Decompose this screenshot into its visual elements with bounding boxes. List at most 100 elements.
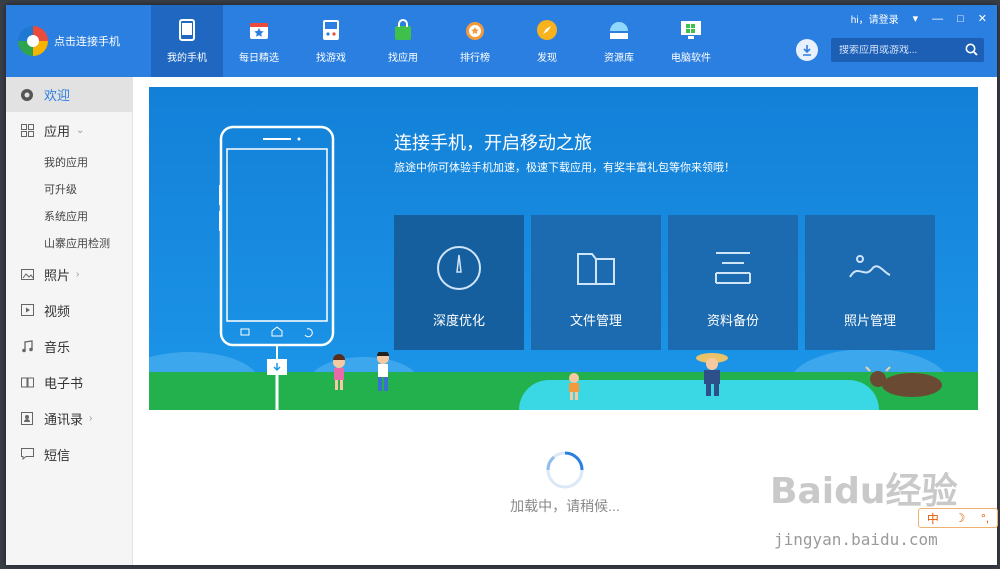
nav-find-games[interactable]: 找游戏 [295, 5, 367, 77]
sidebar-item-my-apps[interactable]: 我的应用 [6, 148, 132, 175]
punctuation-icon: °, [981, 511, 990, 525]
sidebar-item-label: 电子书 [44, 375, 84, 391]
sidebar-item-upgradable[interactable]: 可升级 [6, 175, 132, 202]
contacts-icon [20, 411, 34, 425]
moon-icon: ☽ [954, 511, 966, 525]
nav-resource-library[interactable]: 资源库 [583, 5, 655, 77]
document-list-icon [714, 243, 752, 293]
app-window: 点击连接手机 我的手机 每日精选 找游戏 找应用 排行榜 发现 资源库 电脑软件… [6, 5, 997, 565]
main-nav: 我的手机 每日精选 找游戏 找应用 排行榜 发现 资源库 电脑软件 [151, 5, 727, 77]
sidebar-item-fake-app-check[interactable]: 山寨应用检测 [6, 229, 132, 256]
ime-language-label: 中 [926, 511, 939, 526]
sidebar-item-sms[interactable]: 短信 [6, 436, 132, 472]
chevron-down-icon: ⌄ [76, 124, 85, 136]
tile-deep-optimize[interactable]: 深度优化 [394, 215, 524, 350]
sidebar-item-label: 音乐 [44, 339, 71, 355]
nav-label: 电脑软件 [671, 53, 711, 64]
sidebar-item-system-apps[interactable]: 系统应用 [6, 202, 132, 229]
folder-icon [576, 243, 616, 293]
ox-illustration [865, 366, 942, 397]
sidebar-item-label: 照片 [44, 267, 71, 283]
banner-title: 连接手机，开启移动之旅 [394, 133, 592, 153]
download-icon [803, 45, 811, 56]
tile-label: 文件管理 [569, 313, 622, 328]
children-illustration [333, 352, 389, 391]
nav-label: 每日精选 [239, 53, 279, 64]
sidebar-item-video[interactable]: 视频 [6, 292, 132, 328]
tile-label: 资料备份 [706, 313, 759, 328]
library-icon [607, 18, 631, 42]
phone-illustration [219, 125, 339, 410]
welcome-banner: 连接手机，开启移动之旅 旅途中你可体验手机加速，极速下载应用，有奖丰富礼包等你来… [149, 87, 978, 410]
connect-phone-label: 点击连接手机 [54, 36, 120, 48]
monitor-windows-icon [679, 18, 703, 42]
sidebar: 欢迎 应用 ⌄ 我的应用 可升级 系统应用 山寨应用检测 照片 › 视频 音乐 … [6, 77, 133, 565]
book-icon [20, 375, 34, 389]
grid-icon [20, 123, 34, 137]
image-icon [20, 267, 34, 281]
watermark-url: jingyan.baidu.com [774, 530, 938, 549]
search-box [831, 38, 984, 62]
compass-icon [535, 18, 559, 42]
tile-data-backup[interactable]: 资料备份 [668, 215, 798, 350]
calendar-star-icon [247, 18, 271, 42]
search-input[interactable] [839, 44, 959, 56]
video-icon [20, 303, 34, 317]
maximize-icon[interactable]: □ [957, 13, 964, 25]
loading-spinner [545, 450, 585, 495]
top-bar: 点击连接手机 我的手机 每日精选 找游戏 找应用 排行榜 发现 资源库 电脑软件… [6, 5, 997, 77]
search-icon[interactable] [965, 43, 978, 61]
kid-illustration [569, 373, 579, 400]
sidebar-item-apps[interactable]: 应用 ⌄ [6, 112, 132, 148]
sidebar-item-photos[interactable]: 照片 › [6, 256, 132, 292]
message-icon [20, 447, 34, 461]
chevron-right-icon: › [89, 412, 93, 424]
nav-label: 资源库 [604, 53, 634, 64]
sidebar-item-welcome[interactable]: 欢迎 [6, 77, 132, 112]
speedometer-icon [436, 243, 482, 293]
sidebar-item-label: 视频 [44, 303, 71, 319]
ime-toolbar[interactable]: 中 ☽ °, [918, 508, 998, 528]
nav-my-phone[interactable]: 我的手机 [151, 5, 223, 77]
landscape-icon [848, 243, 892, 293]
sidebar-item-label: 应用 [44, 123, 71, 139]
welcome-icon [20, 88, 34, 102]
shopping-bag-icon [391, 18, 415, 42]
tile-label: 照片管理 [843, 313, 896, 328]
nav-discover[interactable]: 发现 [511, 5, 583, 77]
sidebar-item-label: 通讯录 [44, 411, 84, 427]
nav-find-apps[interactable]: 找应用 [367, 5, 439, 77]
medal-icon [463, 18, 487, 42]
baidu-watermark: Baidu经验 [770, 471, 958, 512]
connect-phone-button[interactable]: 点击连接手机 [6, 5, 151, 77]
nav-label: 找应用 [388, 53, 418, 64]
feature-tiles: 深度优化 文件管理 资料备份 照片管理 [394, 215, 935, 350]
sidebar-item-label: 欢迎 [44, 88, 71, 103]
chevron-right-icon: › [76, 268, 80, 280]
nav-daily-picks[interactable]: 每日精选 [223, 5, 295, 77]
tile-photo-manager[interactable]: 照片管理 [805, 215, 935, 350]
minimize-icon[interactable]: — [932, 13, 943, 25]
menu-dropdown-icon[interactable]: ▾ [913, 12, 919, 25]
nav-rankings[interactable]: 排行榜 [439, 5, 511, 77]
sidebar-item-ebook[interactable]: 电子书 [6, 364, 132, 400]
close-icon[interactable]: ✕ [978, 12, 987, 25]
farmer-illustration [696, 353, 728, 396]
nav-pc-software[interactable]: 电脑软件 [655, 5, 727, 77]
app-logo-icon [18, 26, 48, 56]
download-manager-button[interactable] [796, 39, 818, 61]
nav-label: 找游戏 [316, 53, 346, 64]
window-controls: hi，请登录 ▾ — □ ✕ [851, 11, 987, 27]
sidebar-item-music[interactable]: 音乐 [6, 328, 132, 364]
sidebar-item-contacts[interactable]: 通讯录 › [6, 400, 132, 436]
login-link[interactable]: hi，请登录 [851, 11, 899, 26]
nav-label: 我的手机 [167, 53, 207, 64]
sidebar-item-label: 短信 [44, 447, 71, 463]
nav-label: 排行榜 [460, 53, 490, 64]
nav-label: 发现 [537, 53, 557, 64]
gamepad-icon [319, 18, 343, 42]
tile-file-manager[interactable]: 文件管理 [531, 215, 661, 350]
music-note-icon [20, 339, 34, 353]
phone-icon [175, 18, 199, 42]
banner-subtitle: 旅途中你可体验手机加速，极速下载应用，有奖丰富礼包等你来领哦！ [394, 162, 735, 174]
